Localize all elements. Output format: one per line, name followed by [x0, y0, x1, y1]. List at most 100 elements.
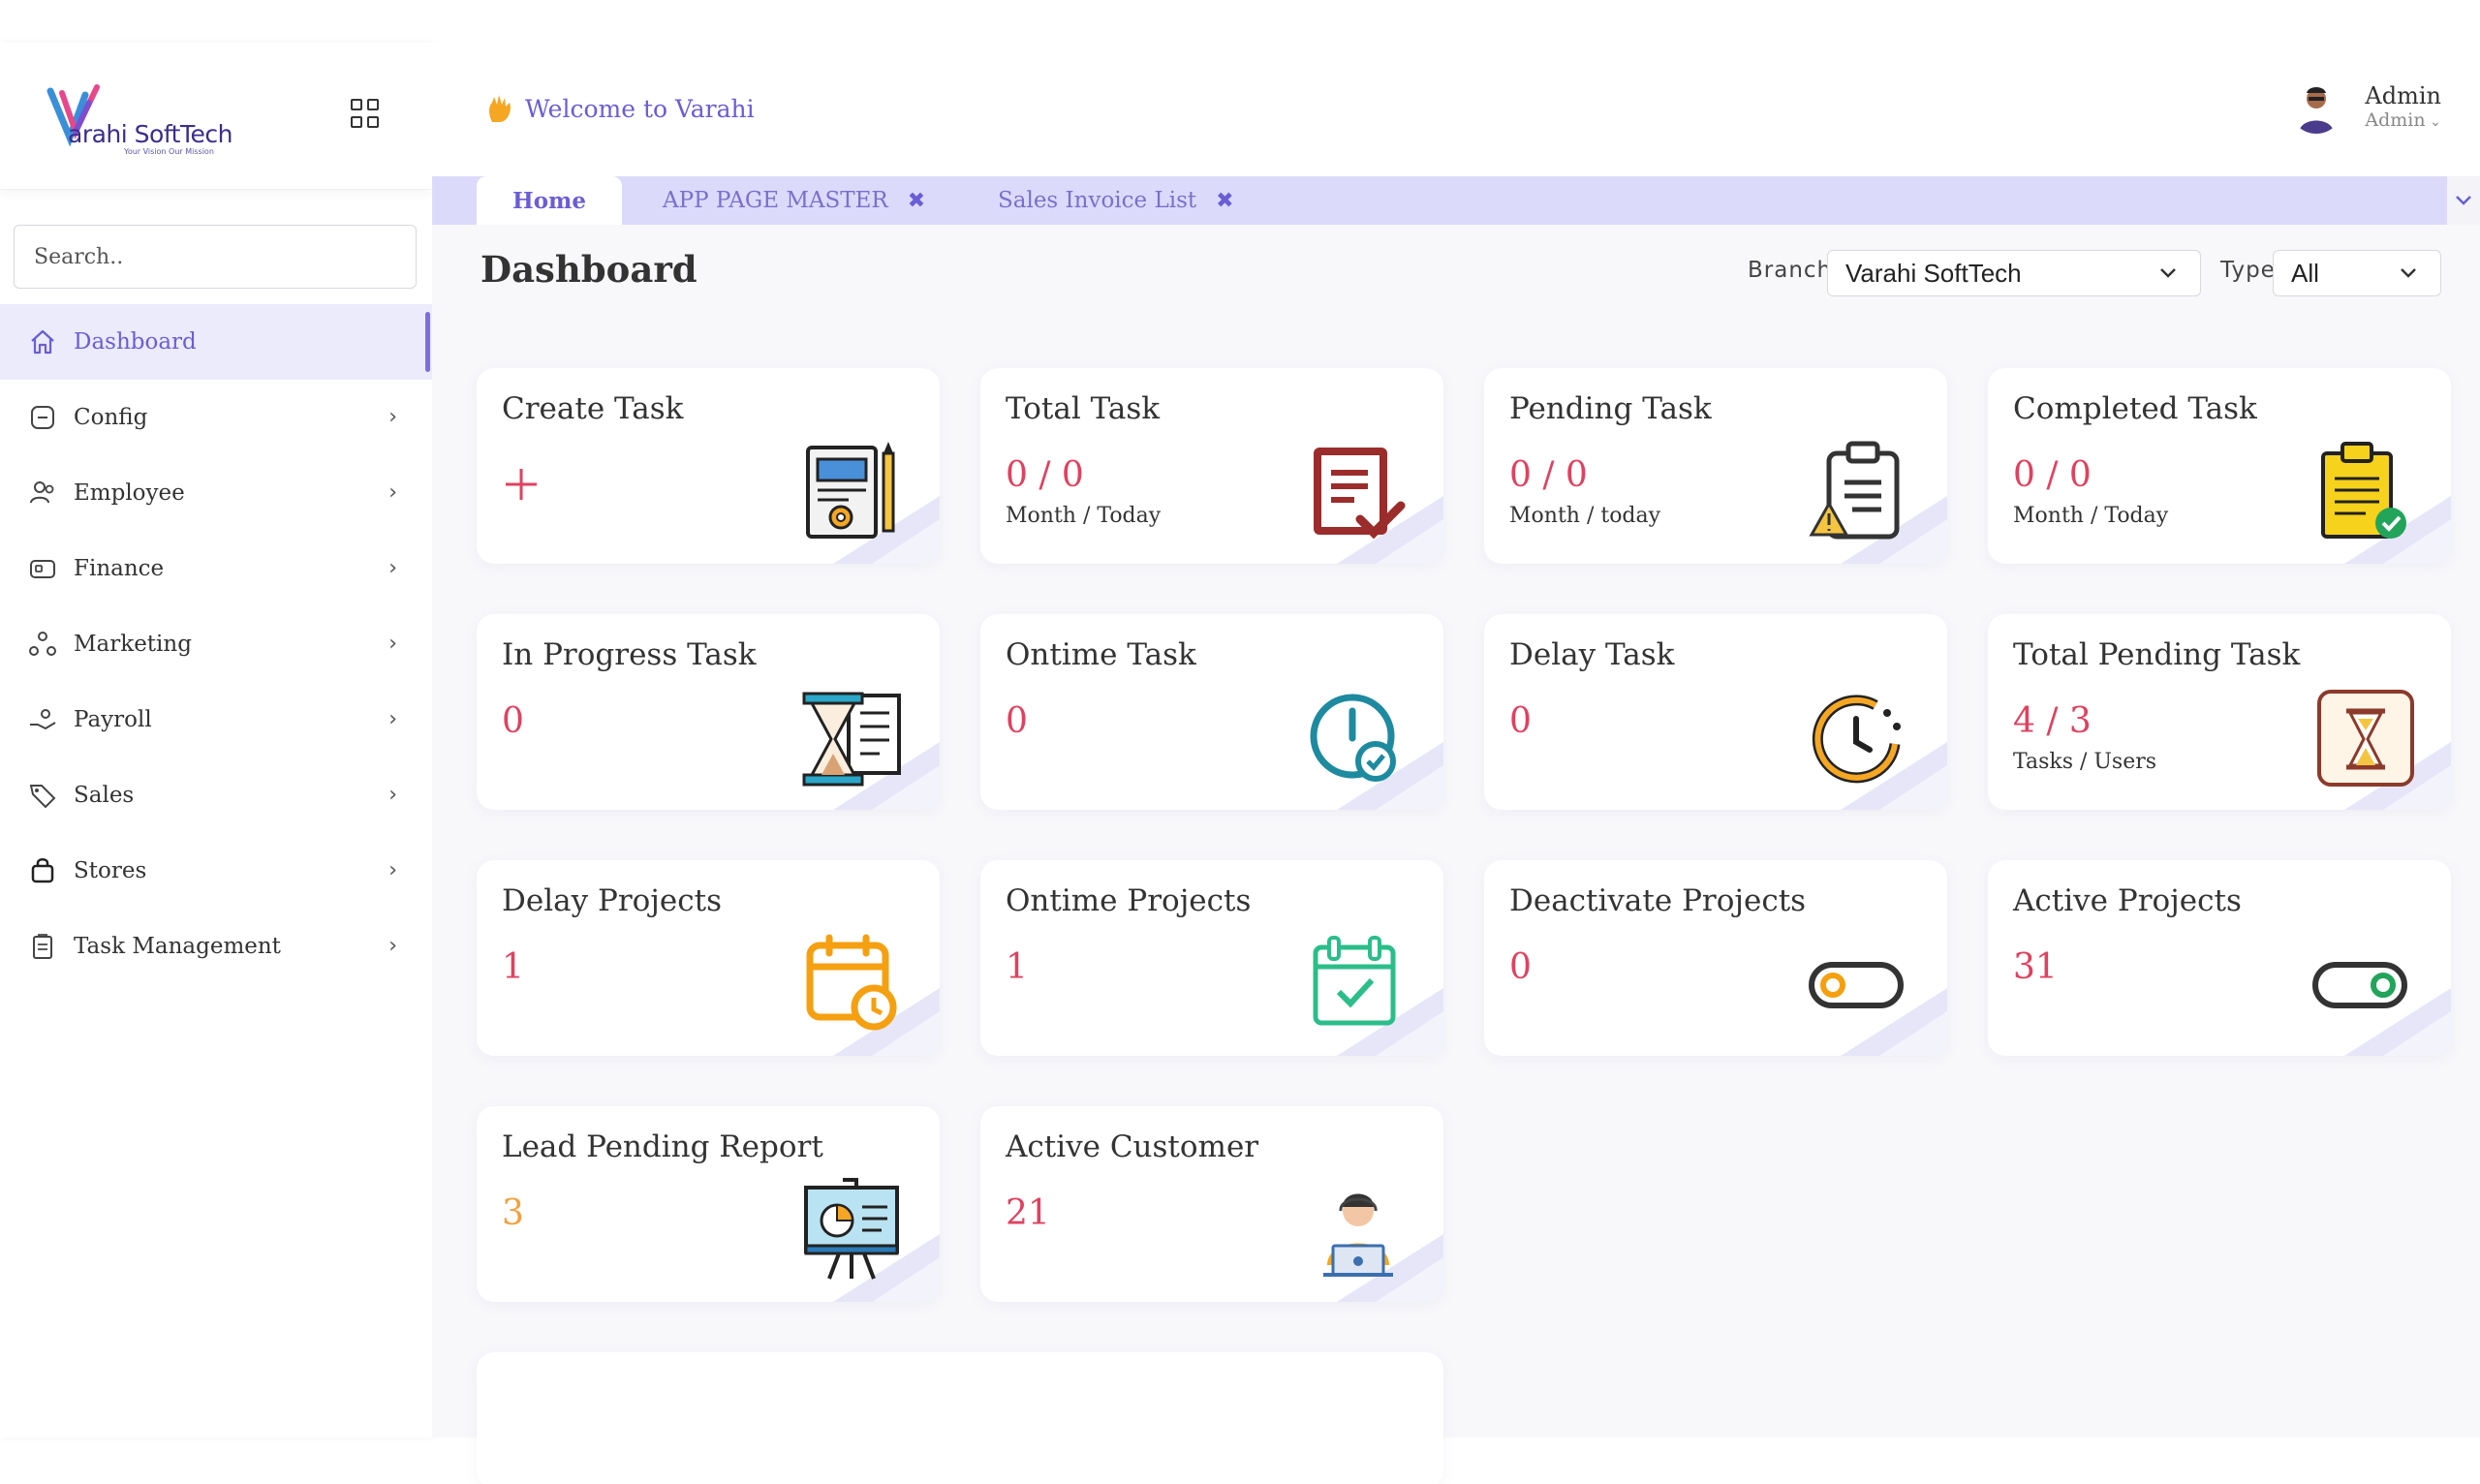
card-title: Lead Pending Report: [502, 1129, 823, 1164]
sidebar-item-dashboard[interactable]: Dashboard: [0, 304, 432, 380]
sidebar-item-label: Stores: [74, 858, 147, 883]
branch-select[interactable]: Varahi SoftTech: [1827, 250, 2201, 296]
card-ontime-task[interactable]: Ontime Task 0: [980, 614, 1443, 810]
card-title: Active Customer: [1006, 1129, 1259, 1164]
card-value: 31: [2013, 947, 2058, 987]
card-title: Total Pending Task: [2013, 637, 2301, 672]
card-title: Delay Task: [1509, 637, 1675, 672]
finance-icon: [27, 553, 58, 584]
clock-delay-icon: [1812, 695, 1901, 784]
sidebar-item-finance[interactable]: Finance ›: [0, 531, 432, 606]
plus-icon[interactable]: [502, 465, 541, 504]
tab-home[interactable]: Home: [477, 176, 622, 225]
sidebar-item-sales[interactable]: Sales ›: [0, 757, 432, 833]
hourglass-sheet-icon: [802, 692, 901, 787]
search-input[interactable]: [14, 225, 417, 289]
welcome-text: Welcome to Varahi: [525, 94, 755, 123]
card-total-pending-task[interactable]: Total Pending Task 4 / 3 Tasks / Users: [1988, 614, 2451, 810]
card-title: Total Task: [1006, 391, 1161, 426]
chevron-right-icon: ›: [388, 783, 397, 807]
sidebar-item-label: Payroll: [74, 707, 152, 732]
apps-grid-icon[interactable]: [351, 99, 380, 128]
sidebar-item-stores[interactable]: Stores ›: [0, 833, 432, 909]
card-value: 3: [502, 1193, 524, 1233]
sidebar-item-marketing[interactable]: Marketing ›: [0, 606, 432, 682]
sidebar-item-config[interactable]: Config ›: [0, 380, 432, 455]
logo-tagline: Your Vision Our Mission: [124, 147, 214, 156]
sidebar-item-label: Sales: [74, 783, 135, 808]
chevron-down-icon: ⌄: [2425, 114, 2441, 130]
card-subtitle: Month / Today: [1006, 504, 1162, 528]
card-active-customer[interactable]: Active Customer 21: [980, 1106, 1443, 1302]
card-title: Ontime Projects: [1006, 883, 1252, 918]
brand-area: arahi SoftTech Your Vision Our Mission: [0, 43, 432, 190]
card-title: Active Projects: [2013, 883, 2242, 918]
tab-sales-invoice-list[interactable]: Sales Invoice List ✖: [998, 176, 1234, 225]
card-value: 21: [1006, 1193, 1050, 1233]
card-total-task[interactable]: Total Task 0 / 0 Month / Today: [980, 368, 1443, 564]
close-icon[interactable]: ✖: [1216, 189, 1233, 213]
sidebar-item-employee[interactable]: Employee ›: [0, 455, 432, 531]
card-title: Delay Projects: [502, 883, 722, 918]
card-value: 0 / 0: [1006, 455, 1084, 495]
card-title: In Progress Task: [502, 637, 757, 672]
card-value: 0 / 0: [2013, 455, 2092, 495]
card-title: Create Task: [502, 391, 684, 426]
card-value: 1: [502, 947, 524, 987]
chevron-right-icon: ›: [388, 405, 397, 429]
type-select[interactable]: All: [2273, 250, 2441, 296]
card-subtitle: Month / Today: [2013, 504, 2169, 528]
user-avatar: [2289, 79, 2344, 134]
user-menu[interactable]: Admin Admin ⌄: [2289, 79, 2441, 134]
card-ontime-projects[interactable]: Ontime Projects 1: [980, 860, 1443, 1056]
card-completed-task[interactable]: Completed Task 0 / 0 Month / Today: [1988, 368, 2451, 564]
welcome-message: Welcome to Varahi: [486, 93, 755, 124]
card-delay-task[interactable]: Delay Task 0: [1484, 614, 1947, 810]
card-title: Ontime Task: [1006, 637, 1196, 672]
config-icon: [27, 402, 58, 433]
clock-check-icon: [1310, 694, 1396, 782]
sidebar: arahi SoftTech Your Vision Our Mission D…: [0, 43, 432, 1438]
card-deactivate-projects[interactable]: Deactivate Projects 0: [1484, 860, 1947, 1056]
card-delay-projects[interactable]: Delay Projects 1: [477, 860, 940, 1056]
close-icon[interactable]: ✖: [908, 189, 925, 213]
chevron-right-icon: ›: [388, 480, 397, 505]
marketing-icon: [27, 629, 58, 660]
card-value: 1: [1006, 947, 1028, 987]
sidebar-item-task-management[interactable]: Task Management ›: [0, 909, 432, 984]
card-value: 0: [1006, 701, 1028, 741]
sidebar-nav: Dashboard Config › Employee › Finance ›: [0, 304, 432, 984]
card-pending-task[interactable]: Pending Task 0 / 0 Month / today: [1484, 368, 1947, 564]
branch-label: Branch: [1748, 258, 1833, 283]
card-in-progress-task[interactable]: In Progress Task 0: [477, 614, 940, 810]
payroll-icon: [27, 704, 58, 735]
document-check-icon: [1314, 448, 1406, 540]
chevron-right-icon: ›: [388, 556, 397, 580]
hourglass-frame-icon: [2317, 690, 2414, 787]
sidebar-item-payroll[interactable]: Payroll ›: [0, 682, 432, 757]
card-create-task[interactable]: Create Task: [477, 368, 940, 564]
clipboard-warning-icon: [1809, 441, 1900, 540]
card-lead-pending-report[interactable]: Lead Pending Report 3: [477, 1106, 940, 1302]
type-label: Type: [2220, 258, 2276, 283]
chevron-right-icon: ›: [388, 632, 397, 656]
chevron-down-icon: [2401, 268, 2416, 278]
chevron-right-icon: ›: [388, 707, 397, 731]
card-title: Completed Task: [2013, 391, 2257, 426]
card-active-projects[interactable]: Active Projects 31: [1988, 860, 2451, 1056]
employee-icon: [27, 478, 58, 509]
tab-label: Sales Invoice List: [998, 188, 1197, 213]
tab-overflow-button[interactable]: [2447, 176, 2480, 225]
customer-support-icon: [1323, 1193, 1393, 1277]
sidebar-item-label: Employee: [74, 480, 185, 506]
tab-app-page-master[interactable]: APP PAGE MASTER ✖: [663, 176, 925, 225]
sidebar-item-label: Task Management: [74, 934, 281, 959]
chevron-down-icon: [2456, 196, 2471, 205]
user-role: Admin ⌄: [2365, 109, 2441, 131]
user-name: Admin: [2365, 82, 2441, 109]
card-subtitle: Month / today: [1509, 504, 1661, 528]
type-value: All: [2291, 258, 2319, 288]
logo-text: arahi SoftTech: [68, 120, 232, 148]
card-value: 4 / 3: [2013, 701, 2092, 741]
card-title: Pending Task: [1509, 391, 1712, 426]
